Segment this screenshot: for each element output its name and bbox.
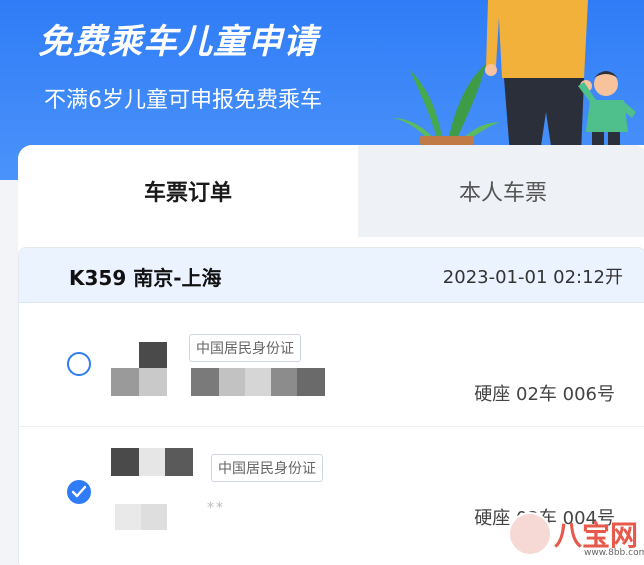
masked-id-text: ** — [207, 500, 225, 516]
ticket-card: 本人车票 车票订单 K359 南京-上海 2023-01-01 02:12开 中… — [18, 145, 644, 565]
id-type-tag: 中国居民身份证 — [211, 454, 323, 482]
departure-time: 2023-01-01 02:12开 — [442, 267, 623, 288]
blurred-id-number — [191, 368, 325, 396]
train-route: K359 南京-上海 — [69, 266, 222, 290]
tab-my-tickets[interactable]: 本人车票 — [358, 145, 644, 237]
blurred-name — [111, 342, 167, 396]
select-radio[interactable] — [67, 352, 91, 376]
blurred-id-number — [115, 504, 167, 530]
tab-ticket-orders[interactable]: 车票订单 — [18, 145, 358, 237]
watermark-logo-icon — [508, 512, 552, 556]
site-watermark: 八宝网 www.8bb.com — [508, 510, 644, 560]
tab-bar: 本人车票 车票订单 — [18, 145, 644, 237]
passenger-row[interactable]: 中国居民身份证 硬座 02车 006号 — [19, 304, 644, 427]
order-header: K359 南京-上海 2023-01-01 02:12开 — [19, 248, 644, 303]
seat-info: 硬座 02车 006号 — [474, 384, 615, 405]
blurred-name — [111, 448, 193, 476]
watermark-url: www.8bb.com — [584, 548, 644, 558]
id-type-tag: 中国居民身份证 — [189, 334, 301, 362]
selected-check-icon[interactable] — [67, 480, 91, 504]
